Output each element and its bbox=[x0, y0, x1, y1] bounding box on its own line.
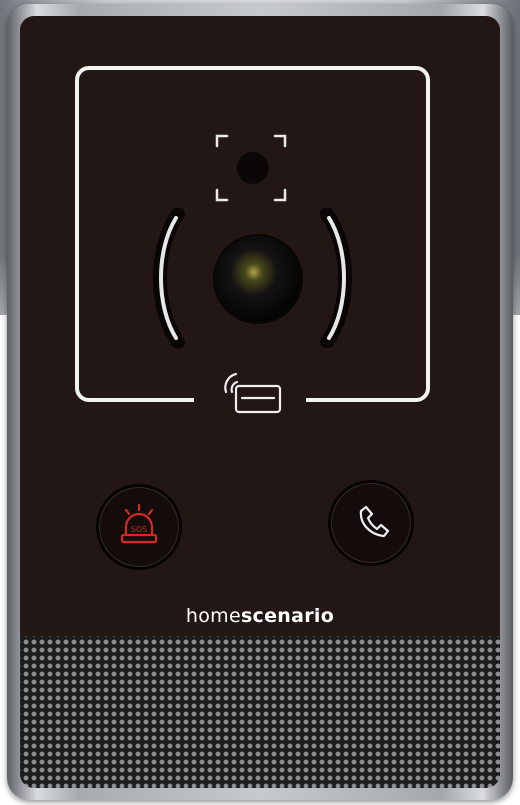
ir-light-arc-right bbox=[320, 208, 352, 348]
sensor-window bbox=[237, 152, 269, 184]
camera-lens bbox=[215, 236, 301, 322]
siren-icon: SOS bbox=[120, 503, 158, 544]
brand-logo: homescenario bbox=[0, 605, 520, 627]
camera-frame-outline bbox=[75, 66, 430, 402]
sos-label: SOS bbox=[131, 525, 147, 534]
phone-handset-icon bbox=[359, 505, 390, 538]
sos-button[interactable]: SOS bbox=[96, 484, 182, 570]
speaker-grille bbox=[20, 636, 500, 788]
brand-bold: scenario bbox=[240, 605, 335, 627]
ir-light-arc-left bbox=[153, 208, 185, 348]
brand-light: home bbox=[185, 605, 241, 627]
card-reader-icon bbox=[224, 372, 282, 414]
call-button[interactable] bbox=[328, 480, 414, 566]
